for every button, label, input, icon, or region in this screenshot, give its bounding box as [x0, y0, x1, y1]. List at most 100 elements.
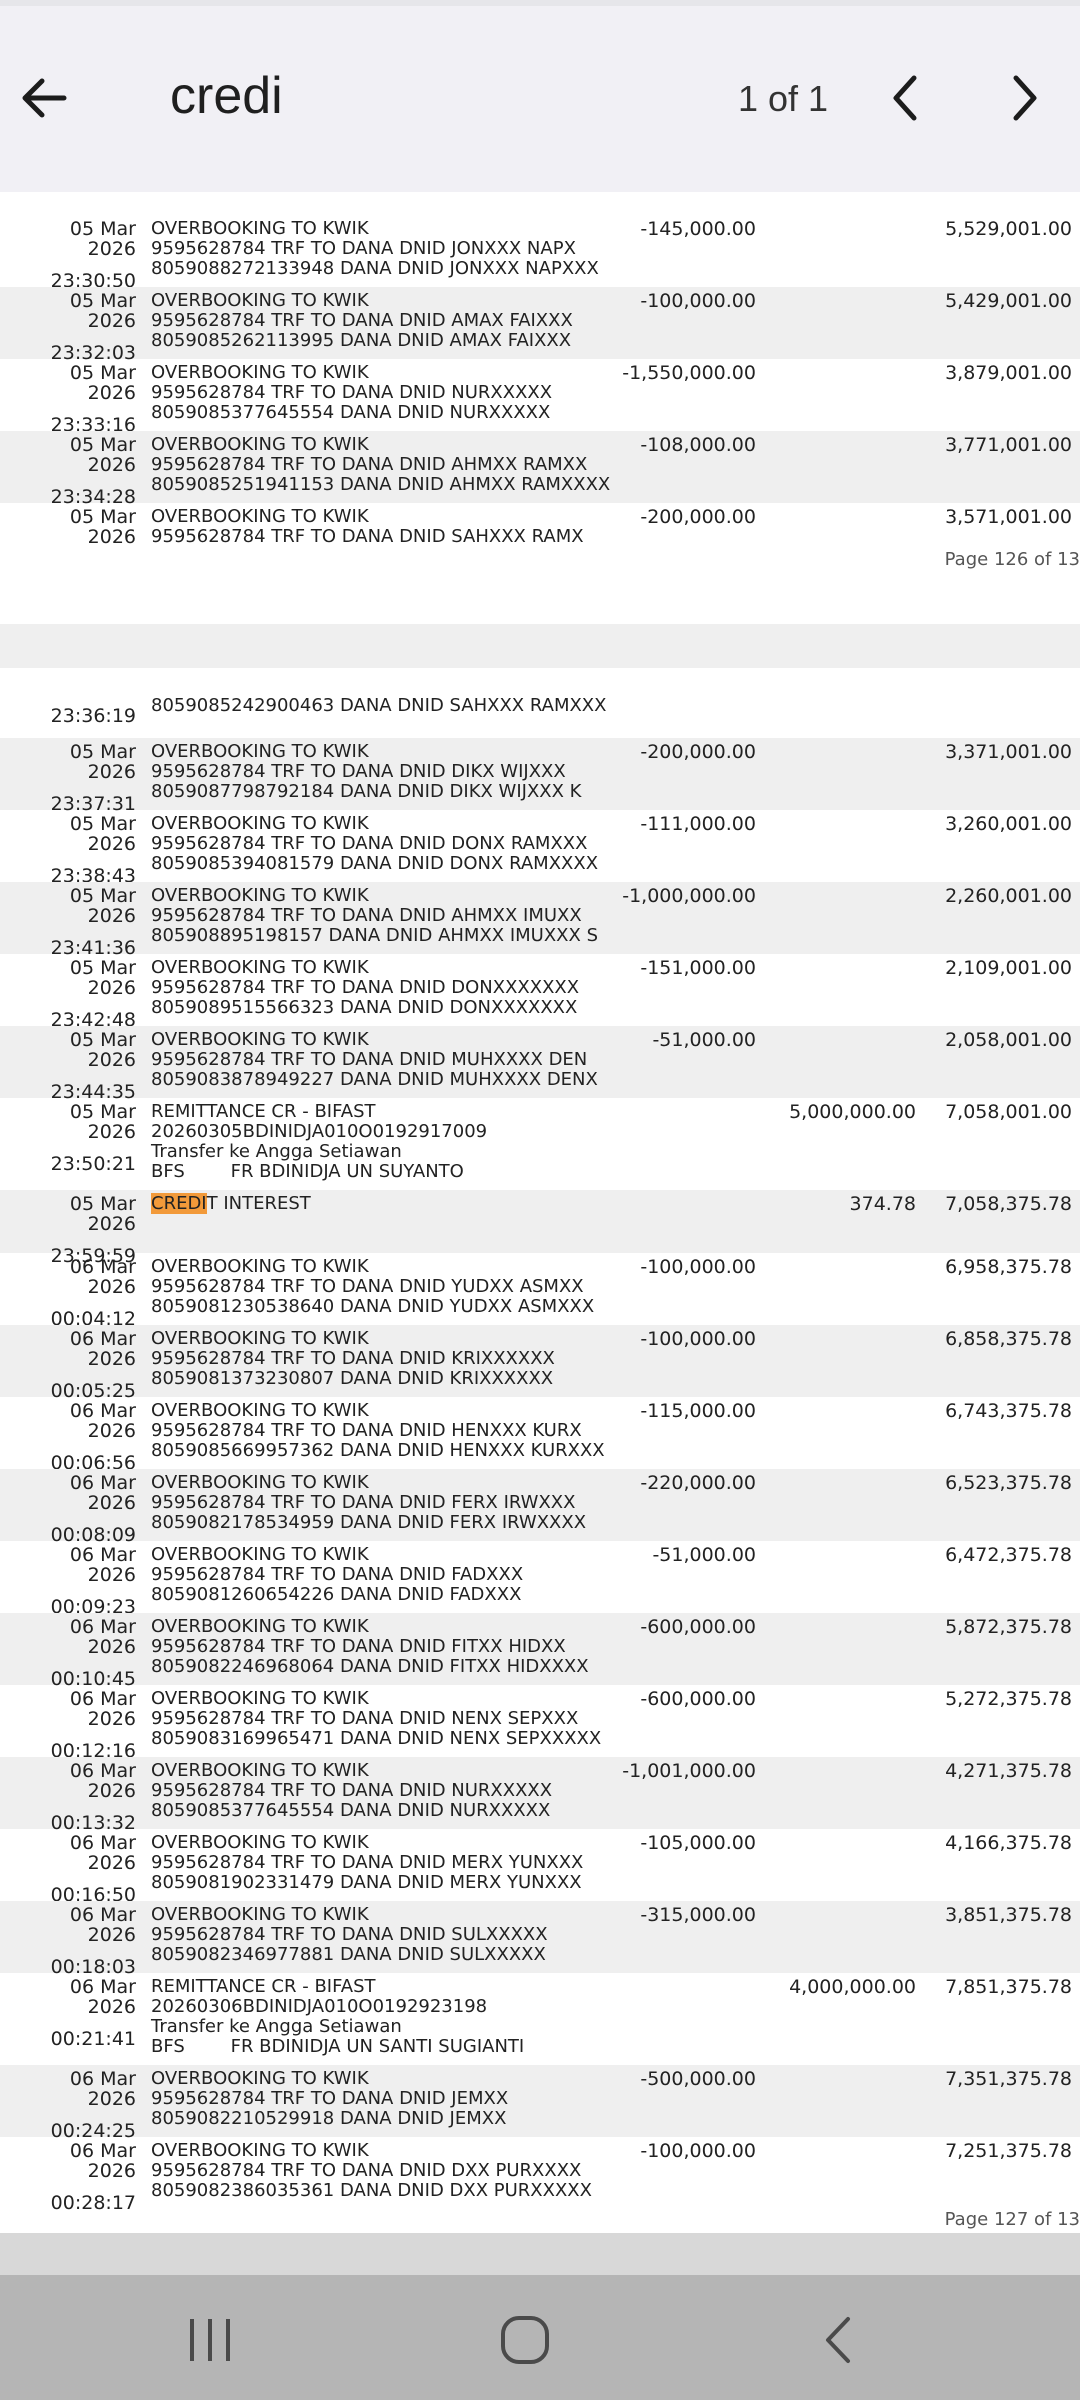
table-row: 05 Mar 2026 23:34:28 OVERBOOKING TO KWIK 9… [0, 431, 1080, 507]
statement-page-127: 23:36:19 8059085242900463 DANA DNID SAHX… [0, 668, 1080, 2233]
row-desc-line: OVERBOOKING TO KWIK [151, 290, 369, 311]
row-date: 05 Mar 2026 [69, 506, 136, 548]
table-row: 05 Mar 2026 23:41:36 OVERBOOKING TO KWIK 9… [0, 882, 1080, 958]
row-date: 06 Mar 2026 [69, 1688, 136, 1730]
row-desc-line: 9595628784 TRF TO DANA DNID AHMXX IMUXX [151, 905, 582, 926]
system-navigation-bar [0, 2275, 1080, 2400]
row-desc-line: 9595628784 TRF TO DANA DNID FERX IRWXXX [151, 1492, 576, 1513]
row-debit: -108,000.00 [640, 434, 756, 456]
home-button[interactable] [500, 2315, 550, 2369]
table-row: 05 Mar 2026 23:42:48 OVERBOOKING TO KWIK 9… [0, 954, 1080, 1031]
row-desc-line: 8059082346977881 DANA DNID SULXXXXX [151, 1944, 546, 1965]
row-date: 05 Mar 2026 [69, 290, 136, 332]
status-bar-strip [0, 0, 1080, 6]
row-desc-line: OVERBOOKING TO KWIK [151, 1328, 369, 1349]
row-desc-line: REMITTANCE CR - BIFAST [151, 1976, 376, 1997]
table-row: 06 Mar 2026 00:06:56 OVERBOOKING TO KWIK 9… [0, 1397, 1080, 1474]
row-desc-line: OVERBOOKING TO KWIK [151, 506, 369, 527]
recent-apps-icon [190, 2319, 230, 2361]
search-match-highlight: CREDI [151, 1193, 207, 1214]
table-row: 05 Mar 2026 23:38:43 OVERBOOKING TO KWIK 9… [0, 810, 1080, 887]
table-row: 06 Mar 2026 00:05:25 OVERBOOKING TO KWIK 9… [0, 1325, 1080, 1401]
row-desc-line: BFS FR BDINIDJA UN SUYANTO [151, 1161, 464, 1182]
row-desc-line: 8059088272133948 DANA DNID JONXXX NAPXXX [151, 258, 599, 279]
row-desc-line: 8059083878949227 DANA DNID MUHXXXX DENX [151, 1069, 598, 1090]
row-desc-line: 9595628784 TRF TO DANA DNID DIKX WIJXXX [151, 761, 566, 782]
row-desc-line: 8059082178534959 DANA DNID FERX IRWXXXX [151, 1512, 587, 1533]
row-desc-line: 9595628784 TRF TO DANA DNID AHMXX RAMXX [151, 454, 588, 475]
chevron-left-icon [893, 75, 917, 121]
row-date: 06 Mar 2026 [69, 1328, 136, 1370]
table-row: 05 Mar 2026 OVERBOOKING TO KWIK 959562878… [0, 503, 1080, 563]
row-date: 06 Mar 2026 [69, 1760, 136, 1802]
table-row: 06 Mar 2026 00:16:50 OVERBOOKING TO KWIK 9… [0, 1829, 1080, 1906]
row-desc-line: 9595628784 TRF TO DANA DNID FITXX HIDXX [151, 1636, 566, 1657]
table-row: 06 Mar 2026 00:08:09 OVERBOOKING TO KWIK 9… [0, 1469, 1080, 1545]
row-debit: -115,000.00 [640, 1400, 756, 1422]
row-desc-line: OVERBOOKING TO KWIK [151, 813, 369, 834]
table-row: 05 Mar 2026 23:59:59 CREDIT INTEREST 374.… [0, 1190, 1080, 1266]
row-debit: -100,000.00 [640, 1256, 756, 1278]
row-balance: 6,858,375.78 [945, 1328, 1072, 1350]
row-debit: -500,000.00 [640, 2068, 756, 2090]
row-desc-line: 20260305BDINIDJA010O0192917009 [151, 1121, 488, 1142]
row-desc-line: OVERBOOKING TO KWIK [151, 362, 369, 383]
row-desc-line: 9595628784 TRF TO DANA DNID MUHXXXX DEN [151, 1049, 588, 1070]
row-debit: -151,000.00 [640, 957, 756, 979]
row-desc-line: OVERBOOKING TO KWIK [151, 1400, 369, 1421]
row-balance: 5,272,375.78 [945, 1688, 1072, 1710]
row-debit: -315,000.00 [640, 1904, 756, 1926]
row-date: 06 Mar 2026 [69, 1976, 136, 2018]
row-date: 05 Mar 2026 [69, 813, 136, 855]
row-date: 06 Mar 2026 [69, 2068, 136, 2110]
row-balance: 4,271,375.78 [945, 1760, 1072, 1782]
row-credit: 374.78 [849, 1193, 916, 1215]
table-row: 06 Mar 2026 00:24:25 OVERBOOKING TO KWIK 9… [0, 2065, 1080, 2141]
row-balance: 3,371,001.00 [945, 741, 1072, 763]
system-back-button[interactable] [818, 2315, 858, 2369]
row-date: 06 Mar 2026 [69, 1472, 136, 1514]
row-desc-line: 8059085377645554 DANA DNID NURXXXXX [151, 402, 551, 423]
table-row: 05 Mar 2026 23:32:03 OVERBOOKING TO KWIK 9… [0, 287, 1080, 363]
row-desc-line: OVERBOOKING TO KWIK [151, 434, 369, 455]
recent-apps-button[interactable] [186, 2317, 236, 2367]
row-desc-line: 9595628784 TRF TO DANA DNID SAHXXX RAMX [151, 526, 584, 547]
row-desc-line: 8059081230538640 DANA DNID YUDXX ASMXXX [151, 1296, 595, 1317]
table-row: 06 Mar 2026 00:13:32 OVERBOOKING TO KWIK 9… [0, 1757, 1080, 1833]
row-debit: -100,000.00 [640, 290, 756, 312]
next-match-button[interactable] [994, 68, 1054, 128]
previous-match-button[interactable] [876, 68, 936, 128]
row-balance: 7,851,375.78 [945, 1976, 1072, 1998]
row-desc-line: 8059082386035361 DANA DNID DXX PURXXXXX [151, 2180, 592, 2201]
row-date: 06 Mar 2026 [69, 2140, 136, 2182]
page-gap [0, 2233, 1080, 2275]
row-balance: 2,260,001.00 [945, 885, 1072, 907]
row-desc-line: 8059082246968064 DANA DNID FITXX HIDXXXX [151, 1656, 589, 1677]
row-desc-line: 9595628784 TRF TO DANA DNID AMAX FAIXXX [151, 310, 573, 331]
row-date: 05 Mar 2026 [69, 362, 136, 404]
table-row: 06 Mar 2026 00:10:45 OVERBOOKING TO KWIK 9… [0, 1613, 1080, 1689]
row-desc-line: 8059087798792184 DANA DNID DIKX WIJXXX K [151, 781, 582, 802]
table-row-continuation: 23:36:19 8059085242900463 DANA DNID SAHX… [0, 668, 1080, 738]
table-row: 06 Mar 2026 00:12:16 OVERBOOKING TO KWIK 9… [0, 1685, 1080, 1762]
row-desc-line: 9595628784 TRF TO DANA DNID DXX PURXXXX [151, 2160, 582, 2181]
row-desc-line: 9595628784 TRF TO DANA DNID JONXXX NAPX [151, 238, 576, 259]
row-desc-text: T INTEREST [206, 1193, 311, 1214]
row-desc-line: 9595628784 TRF TO DANA DNID NURXXXXX [151, 1780, 553, 1801]
row-desc-line: OVERBOOKING TO KWIK [151, 1760, 369, 1781]
row-desc-line: 8059082210529918 DANA DNID JEMXX [151, 2108, 507, 2129]
find-in-page-bar: credi 1 of 1 [0, 0, 1080, 192]
row-debit: -100,000.00 [640, 1328, 756, 1350]
row-debit: -600,000.00 [640, 1688, 756, 1710]
back-button[interactable] [14, 68, 74, 128]
row-time: 00:28:17 [50, 2192, 136, 2214]
row-balance: 3,879,001.00 [945, 362, 1072, 384]
chevron-right-icon [1013, 75, 1037, 121]
find-query-input[interactable]: credi [170, 66, 283, 126]
row-desc-line: 9595628784 TRF TO DANA DNID FADXXX [151, 1564, 524, 1585]
row-desc-line: OVERBOOKING TO KWIK [151, 885, 369, 906]
row-debit: -1,001,000.00 [622, 1760, 756, 1782]
row-desc-line: 8059089515566323 DANA DNID DONXXXXXXX [151, 997, 578, 1018]
row-desc-line: 8059085669957362 DANA DNID HENXXX KURXXX [151, 1440, 605, 1461]
row-desc-line: 8059085394081579 DANA DNID DONX RAMXXXX [151, 853, 599, 874]
